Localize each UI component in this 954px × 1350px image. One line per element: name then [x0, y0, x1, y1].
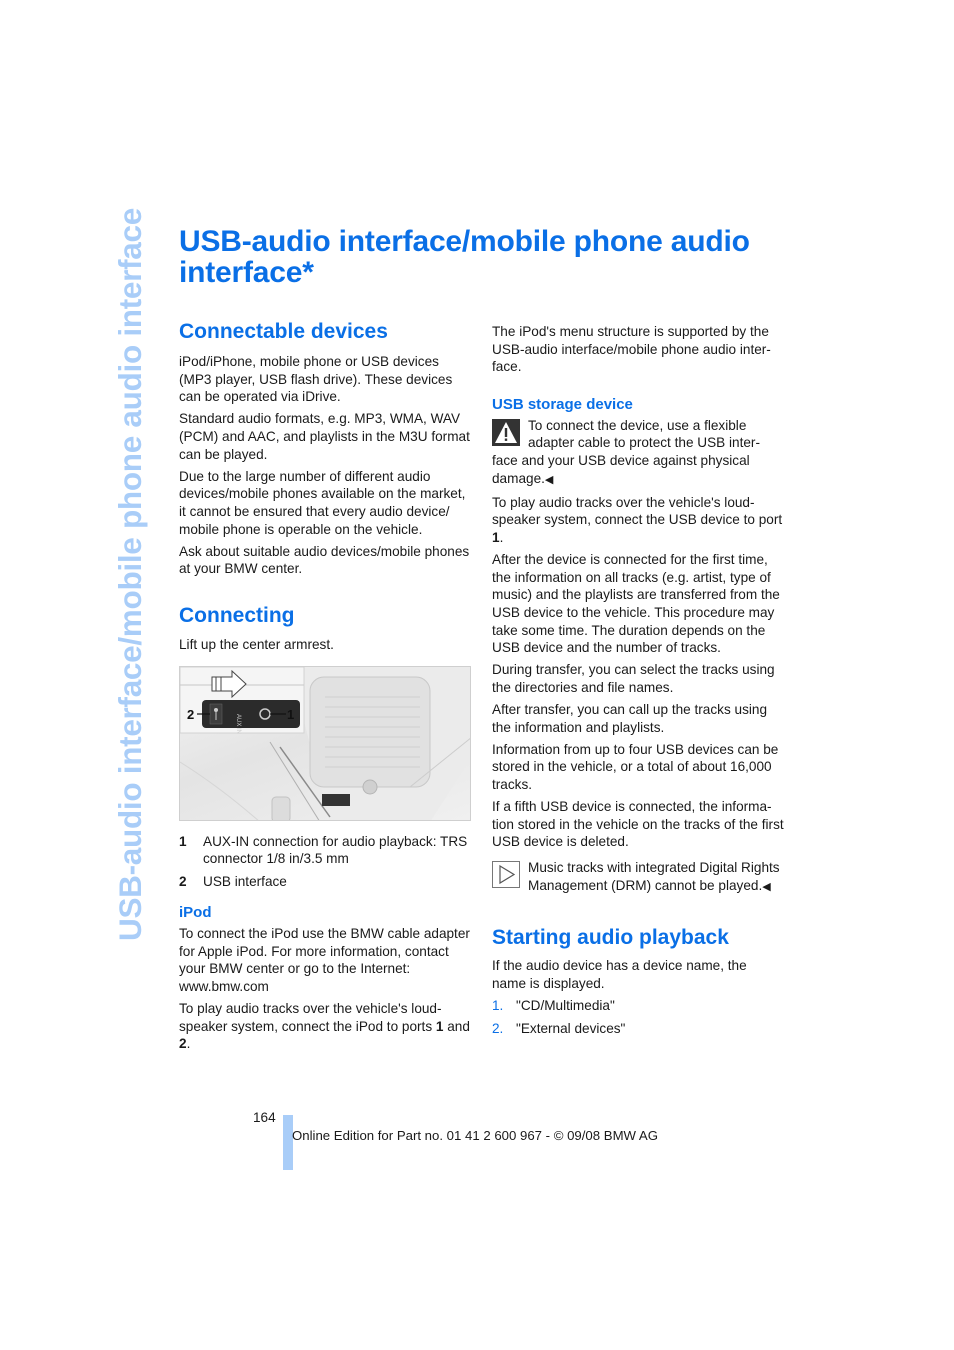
paragraph: During transfer, you can select the trac…	[492, 662, 775, 695]
aux-in-label: AUX IN	[235, 714, 241, 734]
paragraph: Information from up to four USB devices …	[492, 741, 779, 793]
callout-1: 1	[287, 707, 294, 722]
paragraph: If the audio device has a device name, t…	[492, 958, 747, 991]
step-text: "External devices"	[516, 1020, 626, 1036]
figure-legend: 1 AUX-IN connection for audio playback: …	[179, 833, 471, 891]
legend-text: AUX-IN connection for audio playback: TR…	[203, 833, 468, 867]
legend-text: USB interface	[203, 873, 287, 889]
note-notice: Music tracks with integrated Digital Rig…	[492, 859, 784, 896]
paragraph: After transfer, you can call up the trac…	[492, 702, 768, 735]
paragraph: Ask about suitable audio devices/mobile …	[179, 543, 470, 577]
end-mark-icon: ◀	[762, 880, 771, 893]
paragraph: Lift up the center armrest.	[179, 636, 334, 652]
steps-list: 1. "CD/Multimedia" 2. "External devices"	[492, 997, 784, 1037]
note-play-icon	[492, 861, 520, 888]
legend-item: 2 USB interface	[179, 873, 471, 891]
port-ref: 1	[492, 529, 500, 545]
paragraph: After the device is connected for the fi…	[492, 552, 780, 656]
paragraph: To play audio tracks over the vehicle's …	[179, 1001, 470, 1052]
left-column: Connectable devices iPod/iPhone, mobile …	[179, 320, 471, 1058]
port-ref: 2	[179, 1036, 187, 1052]
legend-number: 1	[179, 833, 187, 849]
step-number: 1.	[492, 997, 504, 1013]
step-text: "CD/Multimedia"	[516, 997, 615, 1013]
heading-ipod: iPod	[179, 904, 212, 922]
step-item: 1. "CD/Multimedia"	[492, 997, 784, 1015]
paragraph: To play audio tracks over the vehicle's …	[492, 494, 783, 545]
heading-usb-storage-device: USB storage device	[492, 395, 633, 413]
paragraph: To connect the iPod use the BMW cable ad…	[179, 926, 470, 995]
heading-connectable-devices: Connectable devices	[179, 320, 388, 343]
callout-2: 2	[187, 707, 194, 722]
armrest-ports-figure: AUX IN 1 2	[179, 665, 471, 821]
warning-notice: To connect the device, use a flexible ad…	[492, 417, 760, 486]
heading-starting-audio-playback: Starting audio playback	[492, 926, 729, 950]
page-number: 164	[253, 1110, 276, 1125]
paragraph: The iPod's menu structure is supported b…	[492, 324, 771, 375]
warning-icon	[492, 418, 520, 446]
end-mark-icon: ◀	[544, 473, 554, 486]
paragraph: iPod/iPhone, mobile phone or USB devices…	[179, 354, 453, 405]
armrest-illustration: AUX IN 1 2	[180, 666, 470, 820]
footer-edition-text: Online Edition for Part no. 01 41 2 600 …	[292, 1128, 658, 1143]
legend-number: 2	[179, 873, 187, 889]
paragraph: If a fifth USB device is connected, the …	[492, 799, 784, 850]
paragraph: Standard audio formats, e.g. MP3, WMA, W…	[179, 411, 470, 462]
step-item: 2. "External devices"	[492, 1020, 784, 1038]
paragraph: Due to the large number of different aud…	[179, 468, 466, 537]
page-title: USB-audio interface/mobile phone audio i…	[179, 225, 750, 289]
step-number: 2.	[492, 1020, 504, 1036]
right-column: The iPod's menu structure is supported b…	[492, 323, 784, 1042]
heading-connecting: Connecting	[179, 603, 295, 627]
legend-item: 1 AUX-IN connection for audio playback: …	[179, 833, 471, 868]
chapter-side-title: USB-audio interface/mobile phone audio i…	[112, 208, 148, 941]
